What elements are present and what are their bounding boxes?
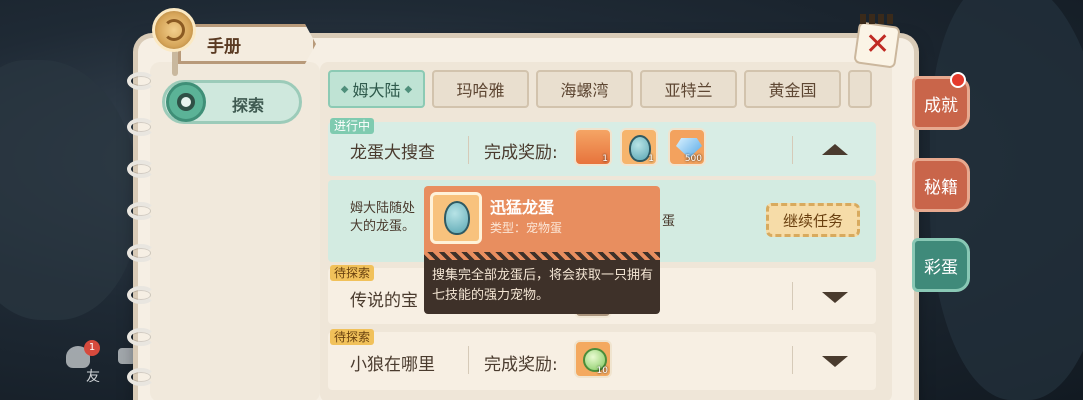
tab-atlan[interactable]: 亚特兰: [640, 70, 737, 108]
notification-dot: [950, 72, 966, 88]
quest-title: 传说的宝: [350, 291, 418, 311]
tooltip-item-name: 迅猛龙蛋: [490, 198, 555, 217]
reward-label: 完成奖励:: [484, 355, 558, 375]
binder-ring: [127, 118, 155, 136]
tab-label: 姆大陆: [352, 81, 401, 100]
chat-icon[interactable]: [118, 348, 136, 364]
description-tail: 蛋: [662, 214, 676, 229]
tab-label: 玛哈雅: [456, 81, 505, 100]
side-tab-easter-eggs[interactable]: 彩蛋: [912, 238, 970, 292]
divider: [792, 282, 793, 310]
item-qty: 10: [596, 366, 608, 376]
item-qty: 1: [602, 154, 608, 164]
description-line: 姆大陆随处: [350, 201, 416, 216]
tooltip-item-type: 类型：宠物蛋: [490, 221, 563, 235]
quest-title: 龙蛋大搜查: [350, 143, 435, 163]
divider: [792, 136, 793, 164]
tooltip-divider: [424, 252, 660, 260]
status-badge: 待探索: [330, 265, 375, 281]
quest-description: 姆大陆随处 大的龙蛋。: [350, 200, 415, 236]
diamond-icon: ◆: [340, 83, 349, 95]
pin-icon: [172, 50, 178, 76]
binder-ring: [127, 160, 155, 178]
divider: [468, 346, 469, 374]
binder-ring: [127, 328, 155, 346]
egg-icon[interactable]: 1: [620, 128, 658, 166]
tab-label: 海螺湾: [560, 81, 609, 100]
expand-arrow-icon[interactable]: [822, 292, 848, 303]
spiral-icon: [163, 19, 185, 41]
raptor-egg-icon: [430, 192, 482, 244]
expand-arrow-icon[interactable]: [822, 356, 848, 367]
explore-icon: [166, 82, 206, 122]
friend-notification-badge: 1: [84, 340, 100, 356]
tooltip-description: 搜集完全部龙蛋后，将会获取一只拥有七技能的强力宠物。: [432, 268, 654, 303]
side-tab-secrets[interactable]: 秘籍: [912, 158, 970, 212]
page-title: 手册: [207, 37, 241, 57]
crystal-icon[interactable]: 500: [668, 128, 706, 166]
continue-quest-button[interactable]: 继续任务: [766, 203, 860, 237]
tab-mahaya[interactable]: 玛哈雅: [432, 70, 529, 108]
binder-ring: [127, 286, 155, 304]
title-ribbon: [178, 24, 316, 64]
binder-ring: [127, 368, 155, 386]
tab-mu-continent[interactable]: ◆ 姆大陆 ◆: [328, 70, 425, 108]
description-line: 大的龙蛋。: [350, 219, 416, 234]
close-icon[interactable]: ✕: [865, 27, 890, 62]
item-qty: 500: [684, 154, 702, 164]
diamond-icon: ◆: [404, 83, 413, 95]
quest-title: 小狼在哪里: [350, 355, 435, 375]
tab-eldorado[interactable]: 黄金国: [744, 70, 841, 108]
tab-label: 亚特兰: [664, 81, 713, 100]
divider: [792, 346, 793, 374]
green-orb-icon[interactable]: 10: [574, 340, 612, 378]
binder-ring: [127, 72, 155, 90]
divider: [468, 136, 469, 164]
collapse-arrow-icon[interactable]: [822, 144, 848, 155]
tab-conch-bay[interactable]: 海螺湾: [536, 70, 633, 108]
binder-ring: [127, 202, 155, 220]
status-badge: 进行中: [330, 118, 375, 134]
flags-icon: [860, 14, 894, 24]
background-rock: [0, 60, 140, 320]
item-qty: 1: [648, 154, 654, 164]
reward-label: 完成奖励:: [484, 143, 558, 163]
status-badge: 待探索: [330, 329, 375, 345]
explore-label: 探索: [232, 96, 265, 115]
tab-label: 黄金国: [768, 81, 817, 100]
tab-more-partial[interactable]: [848, 70, 872, 108]
orange-card-icon[interactable]: 1: [574, 128, 612, 166]
friend-label: 友: [86, 369, 100, 385]
binder-ring: [127, 244, 155, 262]
